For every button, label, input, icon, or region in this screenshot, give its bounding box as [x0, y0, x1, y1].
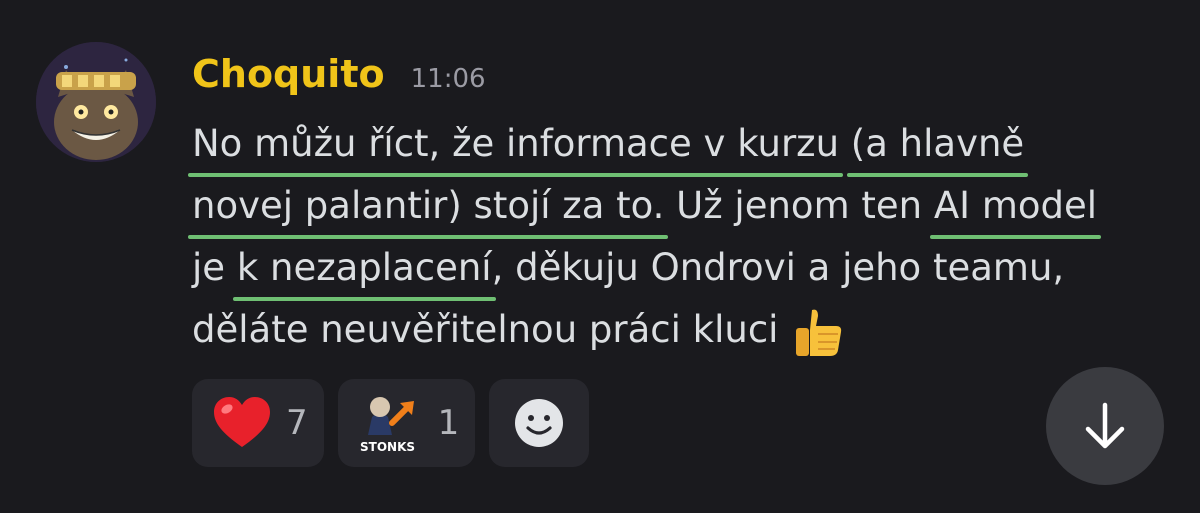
message-line: děláte neuvěřitelnou práci kluci: [192, 299, 1182, 361]
catbus-avatar-icon: [36, 42, 156, 162]
username[interactable]: Choquito: [192, 52, 385, 96]
reaction-heart-count: 7: [286, 403, 308, 443]
message-text: Už jenom ten: [664, 184, 934, 227]
timestamp: 11:06: [410, 64, 486, 94]
reaction-heart[interactable]: 7: [192, 379, 324, 467]
message-text: , děkuju Ondrovi a jeho teamu,: [491, 246, 1065, 289]
message-content: No můžu říct, že informace v kurzu (a hl…: [187, 113, 1182, 361]
scroll-to-bottom-button[interactable]: [1046, 367, 1164, 485]
underlined-text: AI model: [929, 175, 1102, 239]
stonks-label: STONKS: [360, 440, 415, 454]
reactions-bar: 7 STONKS 1: [192, 379, 590, 467]
message-text: je: [192, 246, 237, 289]
message-line: novej palantir) stojí za to. Už jenom te…: [187, 175, 1182, 239]
underlined-text: novej palantir) stojí za to.: [187, 175, 669, 239]
underlined-text: No můžu říct, že informace v kurzu: [187, 113, 844, 177]
smiley-face-icon: [515, 399, 564, 447]
stonks-icon: STONKS: [360, 397, 415, 454]
message-line: je k nezaplacení, děkuju Ondrovi a jeho …: [192, 237, 1182, 301]
message-text: [839, 122, 851, 165]
message-header: Choquito 11:06: [192, 52, 486, 104]
underlined-text: k nezaplacení: [232, 237, 496, 301]
message-line: No můžu říct, že informace v kurzu (a hl…: [187, 113, 1182, 177]
message-text: děláte neuvěřitelnou práci kluci: [192, 308, 779, 351]
add-reaction-button[interactable]: [489, 379, 590, 467]
heart-icon: [214, 397, 270, 447]
reaction-stonks-count: 1: [437, 403, 460, 443]
arrow-down-icon: [1085, 402, 1125, 449]
thumbs-up-icon: [796, 309, 842, 356]
underlined-text: (a hlavně: [846, 113, 1029, 177]
avatar[interactable]: [36, 42, 156, 162]
reaction-stonks[interactable]: STONKS 1: [337, 379, 476, 467]
